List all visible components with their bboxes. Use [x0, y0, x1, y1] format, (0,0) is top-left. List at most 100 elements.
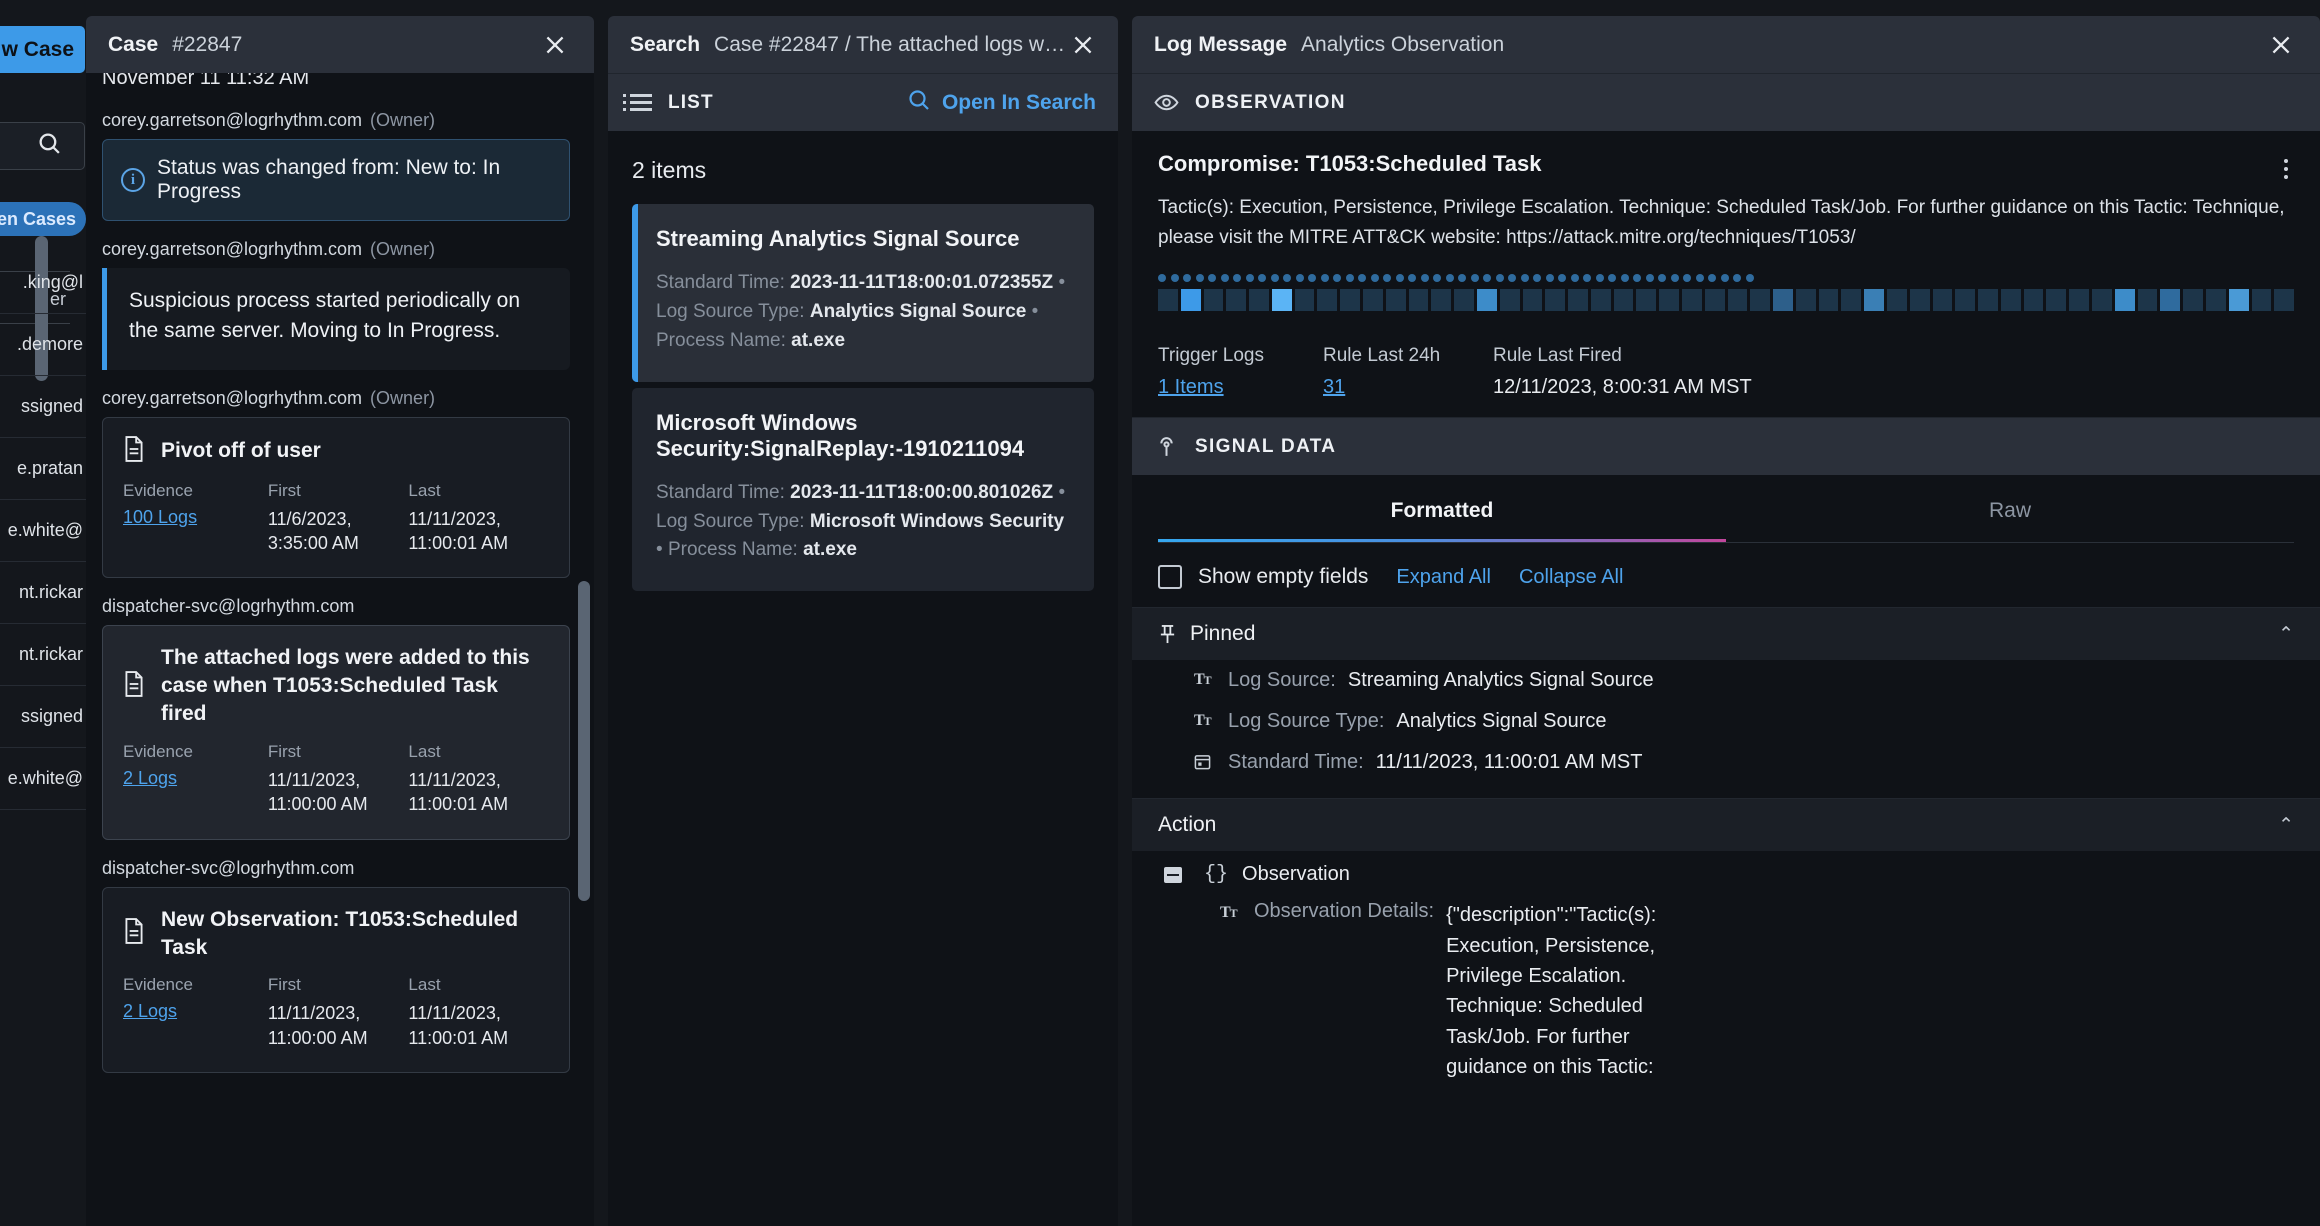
evidence-logs-link[interactable]: 2 Logs — [123, 1001, 258, 1022]
observation-title: Compromise: T1053:Scheduled Task — [1158, 151, 1542, 176]
list-item[interactable]: .king@l — [0, 252, 86, 314]
status-change-note: i Status was changed from: New to: In Pr… — [102, 139, 570, 221]
signal-icon — [1154, 434, 1179, 459]
list-item[interactable]: e.white@ — [0, 500, 86, 562]
rule-activity-sparkline — [1158, 274, 2295, 312]
close-icon[interactable] — [2264, 28, 2298, 62]
evidence-field-last: Last 11/11/2023, 11:00:01 AM — [408, 742, 549, 817]
close-icon[interactable] — [1070, 28, 1096, 62]
list-item-label: nt.rickar — [18, 644, 83, 664]
evidence-logs-link[interactable]: 2 Logs — [123, 768, 258, 789]
evidence-card[interactable]: Pivot off of user Evidence 100 Logs Firs… — [102, 416, 570, 579]
group-action[interactable]: Action ⌃ — [1132, 798, 2320, 852]
trigger-logs-link[interactable]: 1 Items — [1158, 376, 1224, 398]
checkbox-box — [1158, 565, 1182, 590]
field-value: {"description":"Tactic(s): Execution, Pe… — [1446, 904, 1657, 1079]
sidebar-search-button[interactable] — [0, 122, 85, 170]
evidence-actor-email: corey.garretson@logrhythm.com — [102, 387, 363, 408]
log-panel-subtitle: Analytics Observation — [1301, 32, 1505, 56]
sparkline-dots — [1158, 274, 2294, 283]
search-result-item[interactable]: Microsoft Windows Security:SignalReplay:… — [632, 387, 1094, 592]
evidence-card[interactable]: New Observation: T1053:Scheduled Task Ev… — [102, 886, 570, 1074]
field-log-source-type: TT Log Source Type: Analytics Signal Sou… — [1132, 701, 2320, 742]
search-results-list[interactable]: 2 items Streaming Analytics Signal Sourc… — [608, 131, 1118, 1226]
last-value: 11/11/2023, 11:00:01 AM — [408, 508, 509, 553]
search-panel: Search Case #22847 / The attached logs w… — [608, 0, 1118, 1226]
stat-rule-last-fired: Rule Last Fired 12/11/2023, 8:00:31 AM M… — [1493, 345, 2294, 399]
result-sep: • — [1031, 300, 1039, 322]
group-pinned[interactable]: Pinned ⌃ — [1132, 607, 2320, 661]
document-icon — [123, 918, 145, 949]
list-item-label: .king@l — [22, 272, 83, 292]
tab-raw[interactable]: Raw — [1726, 475, 2294, 543]
rule-last-24h-link[interactable]: 31 — [1323, 376, 1345, 398]
result-meta: Standard Time: 2023-11-11T18:00:01.07235… — [656, 269, 1074, 356]
result-type-value: Microsoft Windows Security — [809, 510, 1065, 532]
tab-formatted[interactable]: Formatted — [1158, 475, 1726, 544]
search-panel-subtitle: Case #22847 / The attached logs were add… — [714, 32, 1070, 56]
evidence-field-evidence: Evidence 2 Logs — [123, 975, 268, 1050]
stat-rule-last-24h: Rule Last 24h 31 — [1323, 345, 1493, 399]
first-label: First — [267, 741, 301, 761]
evidence-actor-email: dispatcher-svc@logrhythm.com — [102, 596, 355, 617]
case-panel-scrollbar[interactable] — [578, 581, 590, 901]
results-count: 2 items — [632, 157, 707, 183]
list-item[interactable]: ssigned — [0, 376, 86, 438]
case-timeline[interactable]: November 11 11:32 AM corey.garretson@log… — [86, 73, 594, 1226]
list-item[interactable]: ssigned — [0, 686, 86, 748]
signal-data-tabs: Formatted Raw — [1132, 475, 2320, 544]
evidence-card[interactable]: The attached logs were added to this cas… — [102, 625, 570, 840]
search-result-item[interactable]: Streaming Analytics Signal Source Standa… — [632, 204, 1094, 382]
search-panel-header: Search Case #22847 / The attached logs w… — [608, 16, 1118, 73]
new-case-label: w Case — [1, 37, 74, 61]
result-time-label: Standard Time: — [656, 481, 785, 503]
list-icon — [623, 94, 652, 111]
eye-icon — [1154, 90, 1179, 115]
chevron-up-icon[interactable]: ⌃ — [2278, 814, 2294, 837]
show-empty-fields-checkbox[interactable]: Show empty fields — [1158, 565, 1369, 590]
result-time-label: Standard Time: — [656, 272, 785, 293]
open-in-search-label: Open In Search — [941, 90, 1096, 114]
search-list-toolbar: LIST Open In Search — [608, 73, 1118, 131]
chevron-up-icon[interactable]: ⌃ — [2278, 623, 2294, 646]
evidence-logs-link[interactable]: 100 Logs — [123, 507, 258, 528]
tab-formatted-label: Formatted — [1390, 499, 1494, 523]
list-item[interactable]: e.white@ — [0, 748, 86, 810]
case-panel: Case #22847 November 11 11:32 AM corey.g… — [86, 0, 594, 1226]
case-note-text: Suspicious process started periodically … — [129, 289, 521, 342]
evidence-field-last: Last 11/11/2023, 11:00:01 AM — [408, 481, 549, 556]
open-in-search-button[interactable]: Open In Search — [907, 88, 1096, 118]
collapse-toggle-icon[interactable] — [1164, 866, 1182, 883]
list-item[interactable]: .demore — [0, 314, 86, 376]
list-item[interactable]: nt.rickar — [0, 624, 86, 686]
log-panel-body[interactable]: Compromise: T1053:Scheduled Task Tactic(… — [1132, 131, 2320, 1226]
new-case-button[interactable]: w Case — [0, 26, 85, 73]
entry-actor: corey.garretson@logrhythm.com (Owner) — [102, 239, 570, 260]
result-sep: • — [1058, 481, 1066, 503]
last-value: 11/11/2023, 11:00:01 AM — [408, 1003, 509, 1048]
last-label: Last — [408, 975, 441, 995]
close-icon[interactable] — [538, 28, 572, 62]
expand-all-link[interactable]: Expand All — [1396, 566, 1491, 589]
left-sidebar: w Case en Cases er .king@l .demore ssign… — [0, 0, 86, 1226]
collapse-all-link[interactable]: Collapse All — [1519, 566, 1624, 589]
first-label: First — [267, 975, 301, 995]
evidence-field-first: First 11/11/2023, 11:00:00 AM — [268, 742, 409, 817]
stat-key: Trigger Logs — [1158, 345, 1264, 367]
show-empty-fields-label: Show empty fields — [1198, 565, 1369, 589]
result-type-label: Log Source Type: — [656, 300, 805, 322]
status-change-text: Status was changed from: New to: In Prog… — [157, 156, 501, 203]
list-item-label: e.white@ — [7, 520, 83, 540]
document-icon — [123, 670, 145, 702]
list-item[interactable]: e.pratan — [0, 438, 86, 500]
node-observation[interactable]: {} Observation — [1132, 851, 2320, 892]
node-label: Observation — [1242, 863, 1350, 886]
evidence-field-evidence: Evidence 2 Logs — [123, 742, 268, 817]
last-label: Last — [408, 741, 441, 761]
list-label: LIST — [668, 91, 714, 113]
list-item-label: .demore — [16, 334, 83, 354]
result-process-label: Process Name: — [667, 539, 798, 561]
case-note: Suspicious process started periodically … — [102, 268, 570, 370]
kebab-menu-icon[interactable] — [2278, 153, 2294, 185]
list-item[interactable]: nt.rickar — [0, 562, 86, 624]
